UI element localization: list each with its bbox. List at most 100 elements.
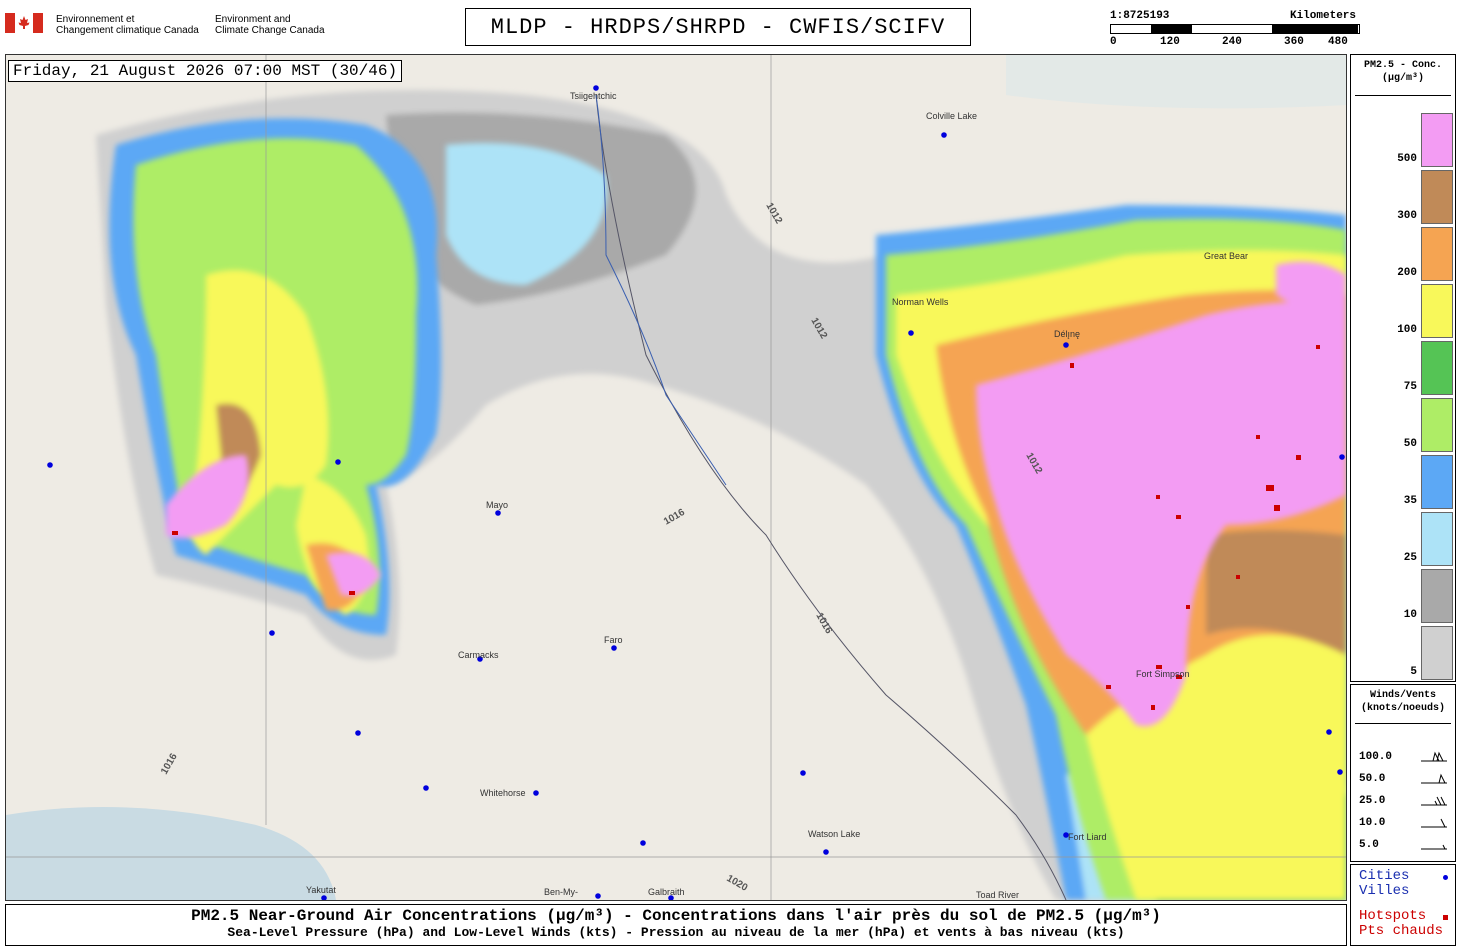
agency-en-line1: Environment and — [215, 14, 291, 25]
wind-row-5: 5.0 — [1359, 839, 1379, 851]
legend-swatch-200 — [1421, 227, 1453, 281]
wind-row-100: 100.0 — [1359, 751, 1393, 763]
legend-label-100: 100 — [1397, 324, 1417, 336]
scale-unit: Kilometers — [1289, 10, 1356, 22]
city-label-great-bear: Great Bear — [1204, 251, 1248, 261]
scale-bar-graphic — [1110, 24, 1360, 34]
legend-swatch-50 — [1421, 398, 1453, 452]
city-dot-east — [1339, 454, 1345, 460]
wind-legend: Winds/Vents (knots/noeuds) 100.0 50.0 25… — [1350, 684, 1456, 862]
city-dot-deline — [1063, 342, 1069, 348]
wind-title-line1: Winds/Vents — [1369, 690, 1436, 701]
wind-legend-divider — [1355, 723, 1451, 724]
wind-barb-icons — [1421, 751, 1447, 850]
city-label-watson-lake: Watson Lake — [808, 829, 860, 839]
city-dot-ben-my — [595, 893, 601, 899]
legend-label-25: 25 — [1403, 552, 1417, 564]
agency-fr-line1: Environnement et — [56, 14, 135, 25]
cities-en: Cities — [1359, 868, 1410, 884]
agency-name-en: Environment and Climate Change Canada — [215, 14, 325, 36]
city-label-fort-simpson: Fort Simpson — [1136, 669, 1190, 679]
legend-title-line2: (µg/m³) — [1381, 73, 1424, 84]
city-dot-tsiigehtchic — [593, 85, 599, 91]
hotspot-marker-icon — [1443, 915, 1448, 920]
city-label-norman-wells: Norman Wells — [892, 297, 949, 307]
forecast-timestamp: Friday, 21 August 2026 07:00 MST (30/46) — [8, 60, 403, 82]
agency-fr-line2: Changement climatique Canada — [56, 25, 199, 36]
city-dot-mayo — [495, 510, 501, 516]
hotspots-key-label: Hotspots Pts chauds — [1359, 909, 1443, 939]
city-label-faro: Faro — [604, 635, 623, 645]
legend-swatch-35 — [1421, 455, 1453, 509]
agency-en-line2: Climate Change Canada — [215, 25, 325, 36]
legend-label-75: 75 — [1403, 381, 1417, 393]
legend-title-line1: PM2.5 - Conc. — [1363, 60, 1442, 71]
legend-label-50: 50 — [1403, 438, 1417, 450]
wind-legend-title: Winds/Vents (knots/noeuds) — [1351, 685, 1455, 715]
legend-swatch-25 — [1421, 512, 1453, 566]
scale-tick-4: 480 — [1328, 36, 1348, 48]
legend-label-35: 35 — [1403, 495, 1417, 507]
hotspots-fr: Pts chauds — [1359, 923, 1444, 939]
legend-swatch-5 — [1421, 626, 1453, 680]
scale-ratio: 1:8725193 — [1110, 10, 1170, 22]
legend-label-5: 5 — [1410, 666, 1417, 678]
city-label-mayo: Mayo — [486, 500, 508, 510]
city-dot-yukon-west — [269, 630, 275, 636]
city-dot-colville-lake — [941, 132, 947, 138]
canada-flag-icon — [5, 13, 43, 33]
legend-title: PM2.5 - Conc. (µg/m³) — [1351, 55, 1455, 85]
scale-tick-3: 360 — [1284, 36, 1304, 48]
legend-divider — [1355, 95, 1451, 96]
legend-swatch-100 — [1421, 284, 1453, 338]
cities-fr: Villes — [1359, 883, 1410, 899]
city-dot-west — [47, 462, 53, 468]
city-label-toad-river: Toad River — [976, 890, 1019, 900]
concentration-legend: PM2.5 - Conc. (µg/m³) 500 300 200 100 75 50 35… — [1350, 54, 1456, 682]
map-canvas: 1012 1012 1012 1016 1016 1016 1020 Tsiig… — [6, 55, 1346, 900]
city-label-yakutat: Yakutat — [306, 885, 336, 895]
caption-line1: PM2.5 Near-Ground Air Concentrations (µg… — [191, 907, 1161, 925]
city-dot-dawson-city — [335, 459, 341, 465]
city-dot-norman-wells — [908, 330, 914, 336]
map-key: Cities Villes Hotspots Pts chauds — [1350, 864, 1456, 946]
smoke-forecast-map[interactable]: 1012 1012 1012 1016 1016 1016 1020 Tsiig… — [5, 54, 1347, 901]
map-caption: PM2.5 Near-Ground Air Concentrations (µg… — [5, 904, 1347, 946]
city-dot-faro — [611, 645, 617, 651]
legend-label-300: 300 — [1397, 210, 1417, 222]
city-label-fort-liard: Fort Liard — [1068, 832, 1107, 842]
legend-label-500: 500 — [1397, 153, 1417, 165]
legend-swatch-500 — [1421, 113, 1453, 167]
city-label-deline: Délı̨nę — [1054, 329, 1080, 339]
legend-label-200: 200 — [1397, 267, 1417, 279]
city-dot-haines-junction — [355, 730, 361, 736]
city-dot-watson-lake — [823, 849, 829, 855]
agency-name-fr: Environnement et Changement climatique C… — [56, 14, 199, 36]
legend-label-10: 10 — [1403, 609, 1417, 621]
city-dot-southeast — [800, 770, 806, 776]
city-label-tsiigehtchic: Tsiigehtchic — [570, 91, 617, 101]
caption-line2: Sea-Level Pressure (hPa) and Low-Level W… — [227, 925, 1125, 940]
city-label-colville-lake: Colville Lake — [926, 111, 977, 121]
city-label-carmacks: Carmacks — [458, 650, 499, 660]
scale-tick-1: 120 — [1160, 36, 1180, 48]
legend-swatch-10 — [1421, 569, 1453, 623]
scale-tick-0: 0 — [1110, 36, 1117, 48]
city-dot-far-east-2 — [1337, 769, 1343, 775]
wind-title-line2: (knots/noeuds) — [1360, 703, 1445, 714]
city-dot-south — [423, 785, 429, 791]
wind-row-50: 50.0 — [1359, 773, 1386, 785]
city-label-ben-my: Ben-My- — [544, 887, 578, 897]
city-label-galbraith: Galbraith — [648, 887, 685, 897]
city-dot-whitehorse — [533, 790, 539, 796]
city-label-whitehorse: Whitehorse — [480, 788, 526, 798]
cities-key-label: Cities Villes — [1359, 869, 1409, 899]
scale-tick-2: 240 — [1222, 36, 1242, 48]
hotspots-en: Hotspots — [1359, 908, 1427, 924]
wind-row-10: 10.0 — [1359, 817, 1386, 829]
city-dot-teslin — [640, 840, 646, 846]
legend-swatch-300 — [1421, 170, 1453, 224]
wind-row-25: 25.0 — [1359, 795, 1386, 807]
city-dot-far-east — [1326, 729, 1332, 735]
scale-bar: 1:8725193 Kilometers 0 120 240 360 480 — [1110, 10, 1360, 50]
